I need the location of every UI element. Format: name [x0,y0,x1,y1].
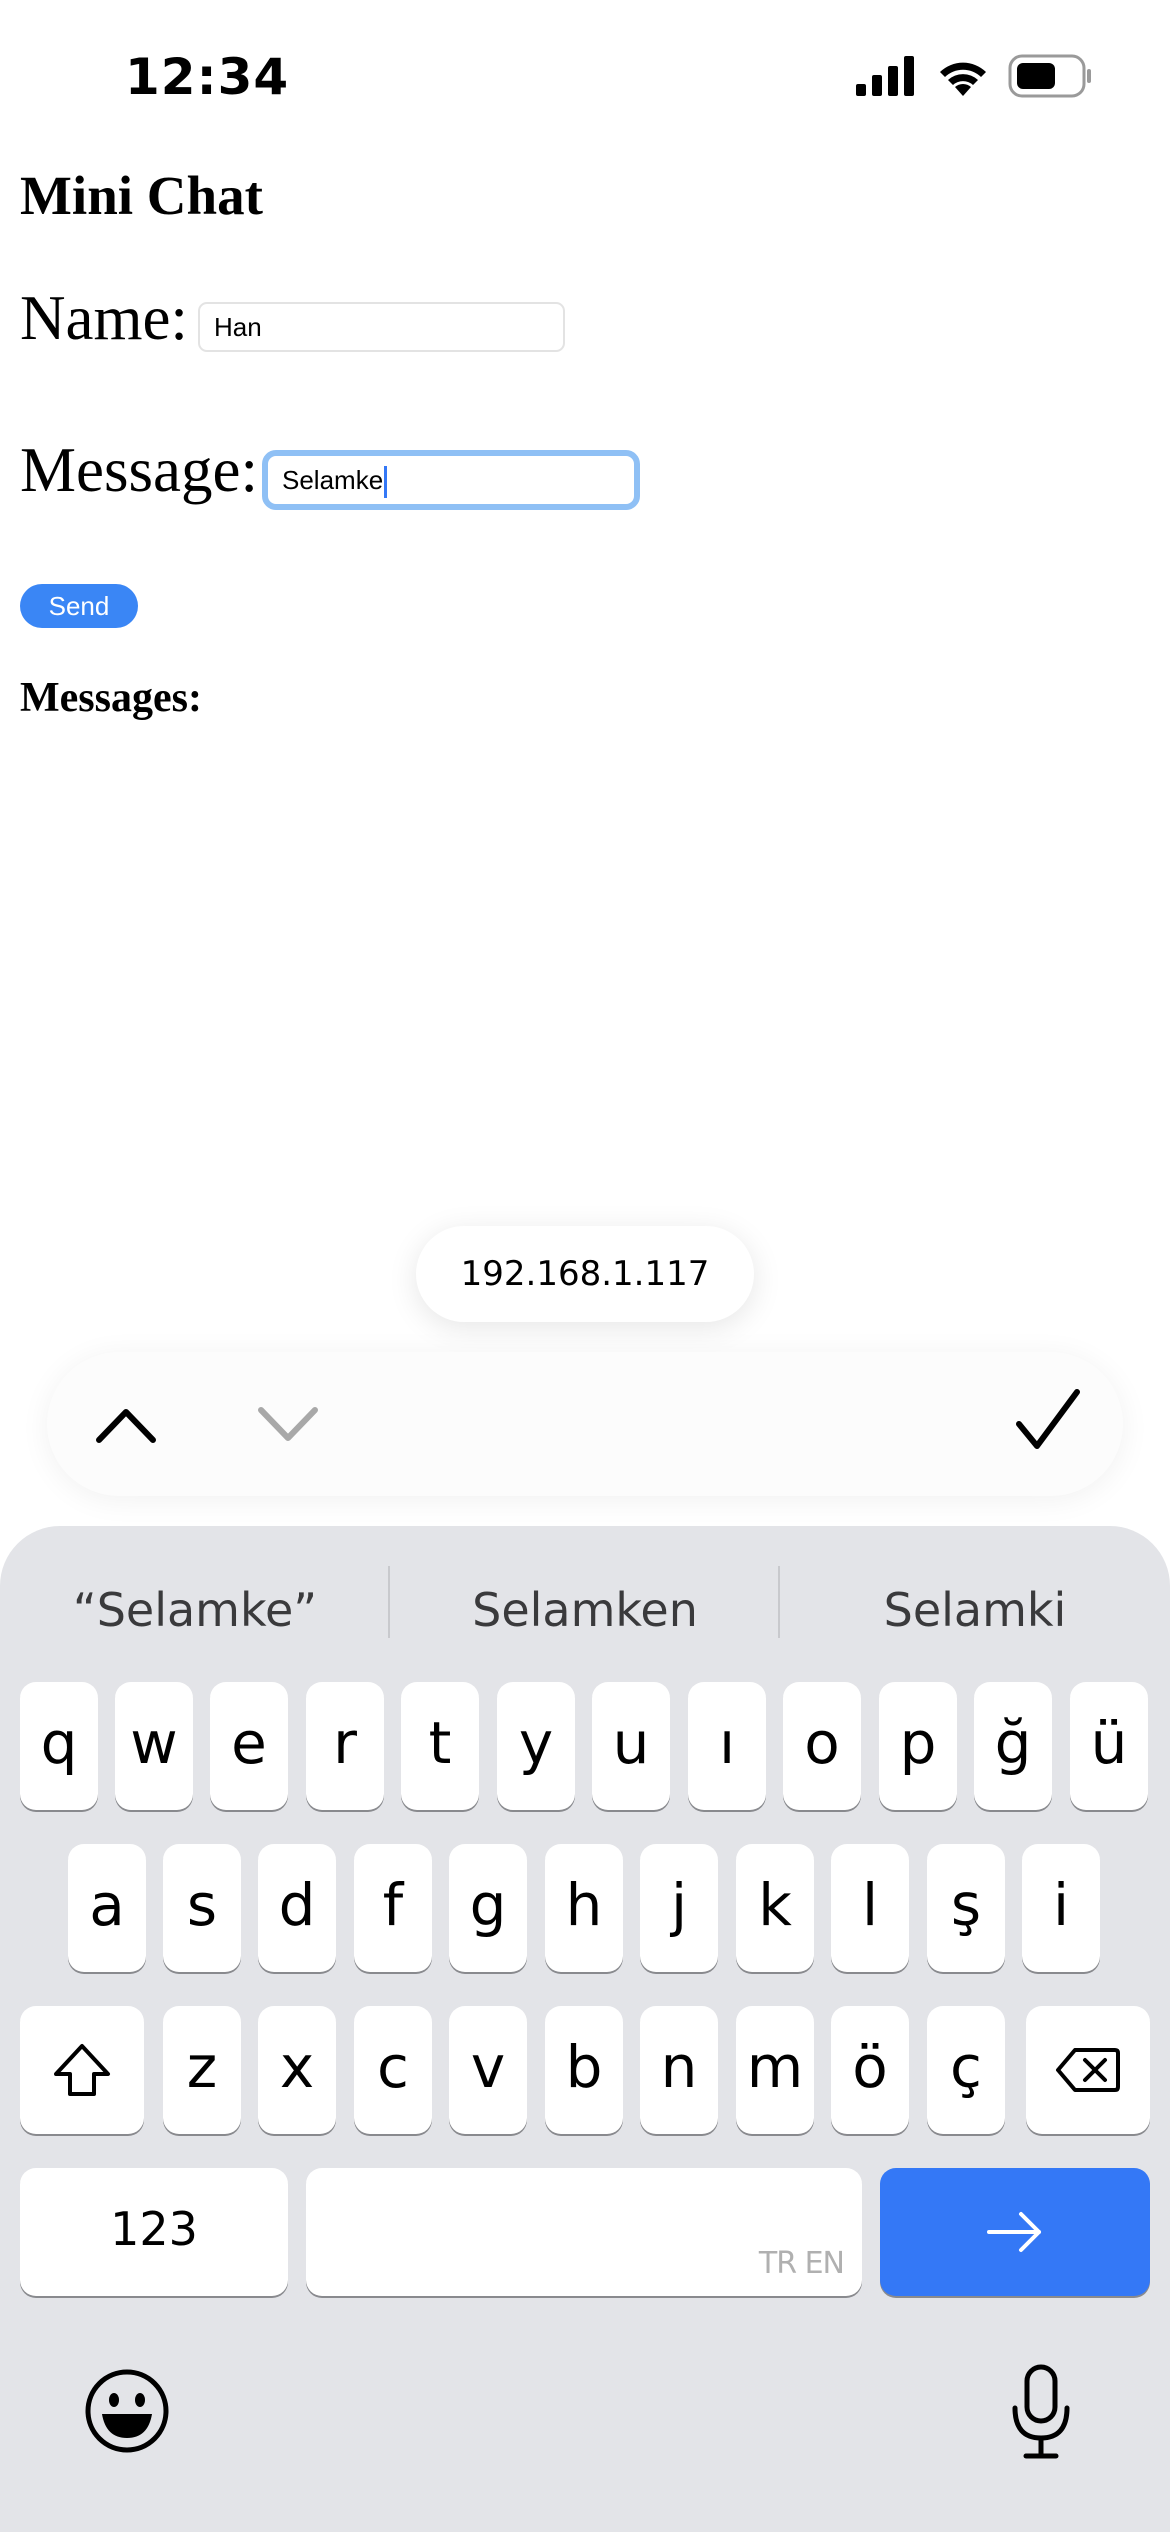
key-k[interactable]: k [736,1844,814,1972]
status-bar: 12:34 [0,0,1170,150]
wifi-icon [940,62,986,96]
key-o[interactable]: o [783,1682,861,1810]
page-title: Mini Chat [20,165,263,226]
battery-icon [1008,54,1091,98]
go-key[interactable] [880,2168,1150,2296]
signal-icon [856,56,914,96]
send-button[interactable]: Send [20,584,138,628]
key-g-breve[interactable]: ğ [974,1682,1052,1810]
key-b[interactable]: b [545,2006,623,2134]
key-y[interactable]: y [497,1682,575,1810]
key-i[interactable]: i [1022,1844,1100,1972]
key-m[interactable]: m [736,2006,814,2134]
checkmark-icon[interactable] [1013,1386,1083,1456]
shift-key[interactable] [20,2006,144,2134]
autofill-suggestion[interactable]: 192.168.1.117 [416,1226,754,1322]
key-u[interactable]: u [592,1682,670,1810]
message-input[interactable]: Selamke [262,450,640,510]
form-navigation-bar [47,1352,1123,1496]
key-t[interactable]: t [401,1682,479,1810]
suggestion-2[interactable]: Selamken [390,1570,780,1650]
suggestion-3[interactable]: Selamki [780,1570,1170,1650]
key-o-umlaut[interactable]: ö [831,2006,909,2134]
messages-heading: Messages: [20,675,202,721]
key-d[interactable]: d [258,1844,336,1972]
shift-icon [54,2044,110,2096]
name-input[interactable]: Han [198,302,565,352]
key-s-cedilla[interactable]: ş [927,1844,1005,1972]
key-w[interactable]: w [115,1682,193,1810]
key-n[interactable]: n [640,2006,718,2134]
space-key[interactable]: TR EN [306,2168,862,2296]
key-c[interactable]: c [354,2006,432,2134]
key-c-cedilla[interactable]: ç [927,2006,1005,2134]
backspace-key[interactable] [1026,2006,1150,2134]
key-x[interactable]: x [258,2006,336,2134]
key-j[interactable]: j [640,1844,718,1972]
message-label: Message: [20,435,258,505]
keyboard: “Selamke” Selamken Selamki q w e r t y u… [0,1526,1170,2532]
key-h[interactable]: h [545,1844,623,1972]
message-input-value: Selamke [282,465,384,495]
key-l[interactable]: l [831,1844,909,1972]
numbers-key[interactable]: 123 [20,2168,288,2296]
suggestion-1[interactable]: “Selamke” [0,1570,390,1650]
key-dotless-i[interactable]: ı [688,1682,766,1810]
status-time: 12:34 [125,48,290,106]
key-u-umlaut[interactable]: ü [1070,1682,1148,1810]
key-q[interactable]: q [20,1682,98,1810]
key-r[interactable]: r [306,1682,384,1810]
name-input-value: Han [214,312,262,342]
emoji-icon[interactable] [84,2368,170,2454]
chevron-down-icon[interactable] [253,1398,323,1450]
microphone-icon[interactable] [1010,2364,1072,2460]
key-s[interactable]: s [163,1844,241,1972]
name-label: Name: [20,283,188,353]
key-v[interactable]: v [449,2006,527,2134]
key-a[interactable]: a [68,1844,146,1972]
key-p[interactable]: p [879,1682,957,1810]
space-language-hint: TR EN [758,2246,845,2281]
backspace-icon [1056,2048,1120,2092]
key-g[interactable]: g [449,1844,527,1972]
text-caret [384,466,388,499]
key-e[interactable]: e [210,1682,288,1810]
key-z[interactable]: z [163,2006,241,2134]
return-arrow-icon [987,2212,1041,2252]
chevron-up-icon[interactable] [91,1398,161,1450]
key-f[interactable]: f [354,1844,432,1972]
